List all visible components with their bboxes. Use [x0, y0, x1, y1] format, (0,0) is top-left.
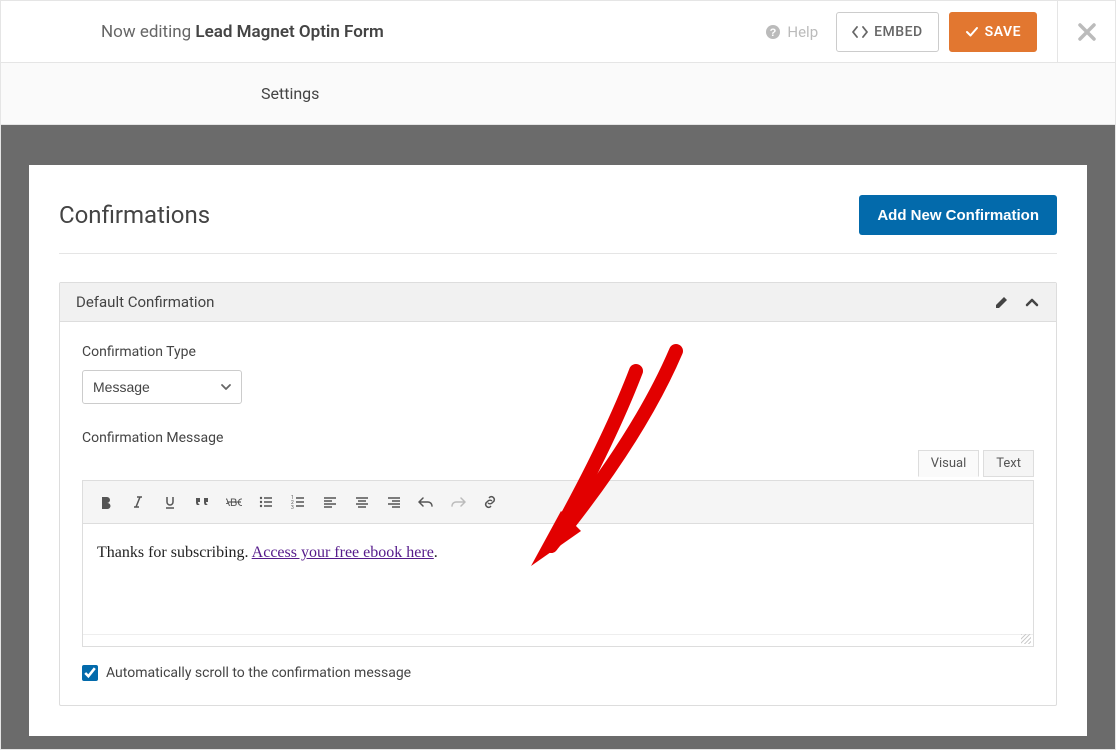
- panel-title: Confirmations: [59, 201, 210, 229]
- scroll-checkbox-row[interactable]: Automatically scroll to the confirmation…: [82, 665, 1034, 681]
- help-icon: ?: [765, 24, 781, 40]
- tab-text[interactable]: Text: [983, 450, 1034, 477]
- confirmation-body: Confirmation Type Message Confirmation M…: [60, 322, 1056, 705]
- collapse-icon[interactable]: [1024, 294, 1040, 310]
- editor: ABC 123 Thanks for: [82, 480, 1034, 647]
- align-left-button[interactable]: [315, 487, 345, 517]
- form-name: Lead Magnet Optin Form: [195, 22, 383, 42]
- help-label: Help: [787, 23, 818, 41]
- underline-button[interactable]: [155, 487, 185, 517]
- editor-resize-handle[interactable]: [83, 634, 1033, 646]
- scroll-checkbox-label: Automatically scroll to the confirmation…: [106, 665, 411, 681]
- svg-text:ABC: ABC: [226, 497, 242, 509]
- bullet-list-button[interactable]: [251, 487, 281, 517]
- undo-button[interactable]: [411, 487, 441, 517]
- type-select[interactable]: Message: [82, 370, 242, 404]
- tab-visual[interactable]: Visual: [918, 450, 980, 477]
- close-button[interactable]: [1057, 1, 1115, 63]
- top-bar: Now editing Lead Magnet Optin Form ? Hel…: [1, 1, 1115, 63]
- type-select-wrap: Message: [82, 370, 242, 404]
- settings-panel: Confirmations Add New Confirmation Defau…: [29, 165, 1087, 736]
- confirmation-actions: [994, 294, 1040, 310]
- confirmation-block: Default Confirmation Confirmation Type: [59, 282, 1057, 706]
- save-label: SAVE: [985, 24, 1021, 40]
- align-center-button[interactable]: [347, 487, 377, 517]
- check-icon: [965, 25, 979, 39]
- confirmation-header[interactable]: Default Confirmation: [60, 283, 1056, 322]
- close-icon: [1077, 22, 1097, 42]
- save-button[interactable]: SAVE: [949, 12, 1037, 52]
- sub-nav: Settings: [1, 63, 1115, 125]
- scroll-checkbox[interactable]: [82, 665, 98, 681]
- editing-prefix: Now editing: [101, 22, 195, 42]
- quote-button[interactable]: [187, 487, 217, 517]
- embed-label: EMBED: [874, 24, 923, 40]
- editor-content[interactable]: Thanks for subscribing. Access your free…: [83, 524, 1033, 634]
- settings-tab[interactable]: Settings: [261, 84, 319, 103]
- help-link[interactable]: ? Help: [765, 23, 818, 41]
- add-confirmation-button[interactable]: Add New Confirmation: [859, 195, 1057, 235]
- editing-title: Now editing Lead Magnet Optin Form: [101, 22, 384, 42]
- italic-button[interactable]: [123, 487, 153, 517]
- link-button[interactable]: [475, 487, 505, 517]
- align-right-button[interactable]: [379, 487, 409, 517]
- svg-text:?: ?: [770, 27, 777, 39]
- panel-header: Confirmations Add New Confirmation: [59, 195, 1057, 254]
- numbered-list-button[interactable]: 123: [283, 487, 313, 517]
- message-link[interactable]: Access your free ebook here: [252, 544, 434, 561]
- type-label: Confirmation Type: [82, 344, 1034, 360]
- stage: Confirmations Add New Confirmation Defau…: [1, 125, 1115, 750]
- redo-button[interactable]: [443, 487, 473, 517]
- bold-button[interactable]: [91, 487, 121, 517]
- message-prefix: Thanks for subscribing.: [97, 544, 252, 561]
- code-icon: [852, 25, 868, 39]
- message-label: Confirmation Message: [82, 430, 1034, 446]
- embed-button[interactable]: EMBED: [836, 12, 939, 52]
- edit-icon[interactable]: [994, 294, 1010, 310]
- confirmation-title: Default Confirmation: [76, 293, 214, 311]
- svg-text:3: 3: [291, 505, 294, 509]
- message-suffix: .: [434, 544, 438, 561]
- strikethrough-button[interactable]: ABC: [219, 487, 249, 517]
- editor-tabs: Visual Text: [918, 450, 1034, 477]
- editor-toolbar: ABC 123: [83, 481, 1033, 524]
